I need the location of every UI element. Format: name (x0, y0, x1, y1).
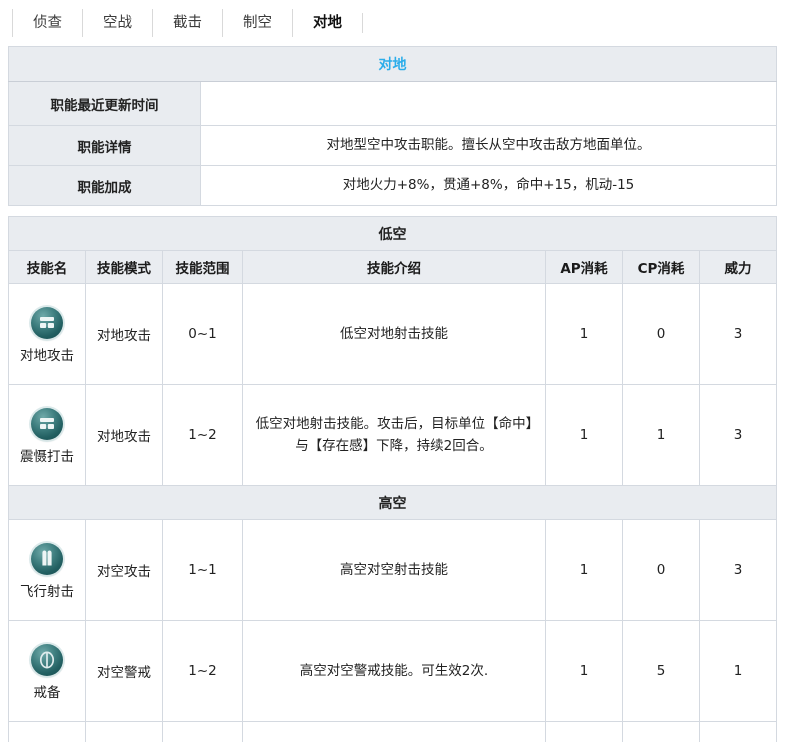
skill-cp-cell: 0 (621, 283, 700, 385)
section-label-high-altitude: 高空 (8, 485, 777, 520)
skill-desc-cell: 高空对地射击技能。攻击后，变为低空形态。 (242, 721, 546, 742)
air-attack-icon (31, 542, 63, 575)
tab-air-superiority[interactable]: 制空 (222, 9, 292, 37)
info-value-bonus: 对地火力+8%，贯通+8%，命中+15，机动-15 (200, 165, 777, 206)
table-row: 俯冲攻击 对地攻击 2~2 高空对地射击技能。攻击后，变为低空形态。 1 3 3 (8, 721, 778, 742)
skill-cp-cell: 3 (621, 721, 700, 742)
skill-name-cell: 戒备 (8, 620, 86, 722)
skill-table: 低空 技能名 技能模式 技能范围 技能介绍 AP消耗 CP消耗 威力 对地攻击 … (8, 216, 778, 742)
skill-name-cell: 俯冲攻击 (8, 721, 86, 742)
skill-name-cell: 震慑打击 (8, 384, 86, 486)
air-alert-icon (31, 643, 63, 676)
role-title: 对地 (8, 46, 777, 82)
info-label-bonus: 职能加成 (8, 165, 201, 206)
skill-section-header-low-altitude: 低空 (8, 216, 777, 251)
skill-name-label: 戒备 (33, 684, 61, 701)
skill-mode-cell: 对地攻击 (85, 384, 163, 486)
col-skill-range: 技能范围 (162, 250, 243, 284)
skill-section-header-high-altitude: 高空 (8, 485, 777, 520)
table-row: 职能详情 对地型空中攻击职能。擅长从空中攻击敌方地面单位。 (8, 125, 777, 166)
table-row: 戒备 对空警戒 1~2 高空对空警戒技能。可生效2次. 1 5 1 (8, 620, 778, 722)
col-skill-mode: 技能模式 (85, 250, 163, 284)
skill-name-cell: 对地攻击 (8, 283, 86, 385)
info-label-details: 职能详情 (8, 125, 201, 166)
skill-name-label: 飞行射击 (20, 583, 74, 600)
skill-name-label: 对地攻击 (20, 347, 74, 364)
table-row: 职能加成 对地火力+8%，贯通+8%，命中+15，机动-15 (8, 165, 777, 206)
info-title-row: 对地 (8, 46, 777, 82)
skill-ap-cell: 1 (544, 283, 623, 385)
col-skill-desc: 技能介绍 (242, 250, 546, 284)
table-row: 对地攻击 对地攻击 0~1 低空对地射击技能 1 0 3 (8, 283, 778, 385)
skill-desc-cell: 高空对空警戒技能。可生效2次. (242, 620, 546, 722)
skill-power-cell: 3 (698, 283, 778, 385)
category-tab-bar: 侦查 空战 截击 制空 对地 (0, 0, 785, 46)
skill-cp-cell: 1 (621, 384, 700, 486)
role-info-table: 对地 职能最近更新时间 职能详情 对地型空中攻击职能。擅长从空中攻击敌方地面单位… (8, 46, 777, 206)
col-power: 威力 (698, 250, 778, 284)
skill-name-cell: 飞行射击 (8, 519, 86, 621)
skill-ap-cell: 1 (544, 384, 623, 486)
info-value-update-time (200, 81, 777, 126)
skill-mode-cell: 对地攻击 (85, 283, 163, 385)
skill-mode-cell: 对空警戒 (85, 620, 163, 722)
col-ap-cost: AP消耗 (544, 250, 623, 284)
skill-column-header-row: 技能名 技能模式 技能范围 技能介绍 AP消耗 CP消耗 威力 (8, 250, 778, 284)
table-row: 震慑打击 对地攻击 1~2 低空对地射击技能。攻击后，目标单位【命中】与【存在感… (8, 384, 778, 486)
info-value-details: 对地型空中攻击职能。擅长从空中攻击敌方地面单位。 (200, 125, 777, 166)
section-label-low-altitude: 低空 (8, 216, 777, 251)
skill-mode-cell: 对地攻击 (85, 721, 163, 742)
skill-range-cell: 1~1 (162, 519, 243, 621)
ground-attack-icon (31, 407, 63, 440)
skill-desc-cell: 低空对地射击技能。攻击后，目标单位【命中】与【存在感】下降，持续2回合。 (242, 384, 546, 486)
skill-ap-cell: 1 (544, 620, 623, 722)
table-row: 职能最近更新时间 (8, 81, 777, 126)
skill-desc-cell: 高空对空射击技能 (242, 519, 546, 621)
skill-range-cell: 1~2 (162, 384, 243, 486)
skill-power-cell: 3 (698, 519, 778, 621)
table-row: 飞行射击 对空攻击 1~1 高空对空射击技能 1 0 3 (8, 519, 778, 621)
skill-range-cell: 1~2 (162, 620, 243, 722)
skill-ap-cell: 1 (544, 519, 623, 621)
tab-air-combat[interactable]: 空战 (82, 9, 152, 37)
skill-power-cell: 3 (698, 384, 778, 486)
col-skill-name: 技能名 (8, 250, 86, 284)
skill-cp-cell: 0 (621, 519, 700, 621)
skill-range-cell: 0~1 (162, 283, 243, 385)
skill-cp-cell: 5 (621, 620, 700, 722)
tab-reconnaissance[interactable]: 侦查 (12, 9, 82, 37)
skill-ap-cell: 1 (544, 721, 623, 742)
col-cp-cost: CP消耗 (621, 250, 700, 284)
skill-power-cell: 1 (698, 620, 778, 722)
ground-attack-icon (31, 306, 63, 339)
tab-bar-end-divider (362, 13, 363, 33)
skill-desc-cell: 低空对地射击技能 (242, 283, 546, 385)
skill-name-label: 震慑打击 (20, 448, 74, 465)
skill-mode-cell: 对空攻击 (85, 519, 163, 621)
info-label-update-time: 职能最近更新时间 (8, 81, 201, 126)
skill-power-cell: 3 (698, 721, 778, 742)
skill-range-cell: 2~2 (162, 721, 243, 742)
tab-ground-attack[interactable]: 对地 (292, 9, 362, 37)
tab-interception[interactable]: 截击 (152, 9, 222, 37)
